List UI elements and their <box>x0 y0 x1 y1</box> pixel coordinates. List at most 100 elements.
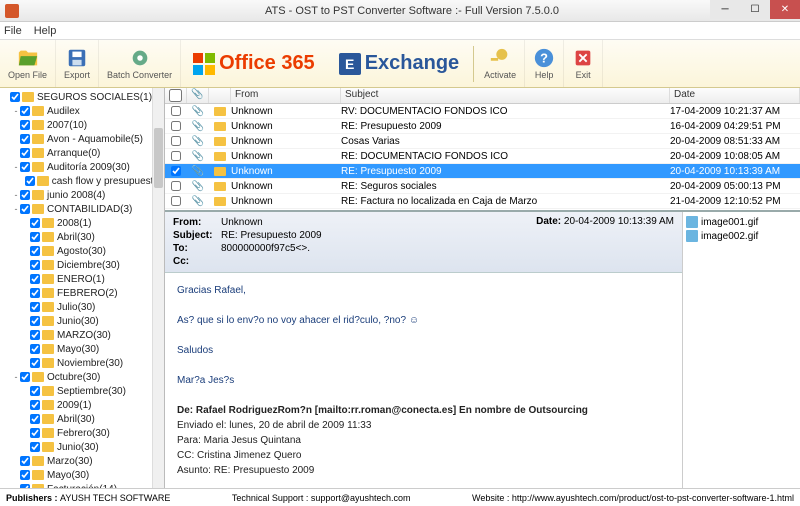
exit-button[interactable]: Exit <box>564 40 603 87</box>
menu-help[interactable]: Help <box>34 25 57 37</box>
table-row[interactable]: 📎UnknownRE: DOCUMENTACIO FONDOS ICO20-04… <box>165 149 800 164</box>
table-row[interactable]: 📎UnknownRE: Factura no localizada en Caj… <box>165 194 800 209</box>
tree-checkbox[interactable] <box>20 106 30 116</box>
batch-converter-button[interactable]: Batch Converter <box>99 40 181 87</box>
tree-checkbox[interactable] <box>30 288 40 298</box>
table-row[interactable]: 📎UnknownRE: Presupuesto 200916-04-2009 0… <box>165 119 800 134</box>
col-subject[interactable]: Subject <box>341 88 670 103</box>
tree-node[interactable]: 2009(1) <box>2 398 164 412</box>
tree-node[interactable]: FEBRERO(2) <box>2 286 164 300</box>
row-checkbox[interactable] <box>171 121 181 131</box>
tree-checkbox[interactable] <box>30 218 40 228</box>
row-checkbox[interactable] <box>171 151 181 161</box>
tree-node[interactable]: Noviembre(30) <box>2 356 164 370</box>
minimize-button[interactable]: ─ <box>710 0 740 19</box>
folder-icon <box>42 428 54 438</box>
tree-checkbox[interactable] <box>30 246 40 256</box>
tree-node[interactable]: SEGUROS SOCIALES(1) <box>2 90 164 104</box>
preview-date: 20-04-2009 10:13:39 AM <box>564 216 674 227</box>
tree-checkbox[interactable] <box>30 274 40 284</box>
exchange-button[interactable]: E Exchange <box>327 52 471 75</box>
tree-node[interactable]: ENERO(1) <box>2 272 164 286</box>
table-row[interactable]: 📎UnknownCosas Varias20-04-2009 08:51:33 … <box>165 134 800 149</box>
col-date[interactable]: Date <box>670 88 800 103</box>
select-all-checkbox[interactable] <box>169 89 182 102</box>
tree-node[interactable]: Junio(30) <box>2 440 164 454</box>
tree-checkbox[interactable] <box>30 442 40 452</box>
tree-node[interactable]: Facturación(14) <box>2 482 164 488</box>
col-attachment-icon[interactable]: 📎 <box>187 88 209 103</box>
tree-checkbox[interactable] <box>20 456 30 466</box>
row-checkbox[interactable] <box>171 166 181 176</box>
folder-icon <box>42 302 54 312</box>
tree-node[interactable]: 2007(10) <box>2 118 164 132</box>
tree-checkbox[interactable] <box>30 260 40 270</box>
tree-checkbox[interactable] <box>30 428 40 438</box>
tree-checkbox[interactable] <box>30 302 40 312</box>
menu-file[interactable]: File <box>4 25 22 37</box>
tree-node[interactable]: -junio 2008(4) <box>2 188 164 202</box>
tree-node[interactable]: -Octubre(30) <box>2 370 164 384</box>
tree-node[interactable]: cash flow y presupuestos <box>2 174 164 188</box>
tree-checkbox[interactable] <box>20 372 30 382</box>
tree-checkbox[interactable] <box>30 414 40 424</box>
row-checkbox[interactable] <box>171 196 181 206</box>
tree-checkbox[interactable] <box>20 148 30 158</box>
folder-icon <box>42 218 54 228</box>
message-grid[interactable]: 📎UnknownRV: DOCUMENTACIO FONDOS ICO17-04… <box>165 104 800 210</box>
tree-checkbox[interactable] <box>30 330 40 340</box>
tree-checkbox[interactable] <box>30 344 40 354</box>
tree-checkbox[interactable] <box>30 316 40 326</box>
activate-button[interactable]: Activate <box>476 40 525 87</box>
tree-checkbox[interactable] <box>20 484 30 488</box>
tree-node[interactable]: Abril(30) <box>2 230 164 244</box>
row-checkbox[interactable] <box>171 136 181 146</box>
tree-node[interactable]: Mayo(30) <box>2 468 164 482</box>
tree-node[interactable]: Mayo(30) <box>2 342 164 356</box>
help-button[interactable]: ? Help <box>525 40 564 87</box>
tree-node[interactable]: Junio(30) <box>2 314 164 328</box>
tree-node[interactable]: Septiembre(30) <box>2 384 164 398</box>
folder-tree[interactable]: SEGUROS SOCIALES(1)-Audilex 2007(10) Avo… <box>0 88 165 488</box>
tree-checkbox[interactable] <box>30 232 40 242</box>
tree-node[interactable]: -Audilex <box>2 104 164 118</box>
open-file-button[interactable]: Open File <box>0 40 56 87</box>
export-button[interactable]: Export <box>56 40 99 87</box>
tree-node[interactable]: Marzo(30) <box>2 454 164 468</box>
tree-checkbox[interactable] <box>20 190 30 200</box>
tree-node[interactable]: Arranque(0) <box>2 146 164 160</box>
tree-checkbox[interactable] <box>20 470 30 480</box>
tree-checkbox[interactable] <box>20 120 30 130</box>
table-row[interactable]: 📎UnknownRV: DOCUMENTACIO FONDOS ICO17-04… <box>165 104 800 119</box>
row-checkbox[interactable] <box>171 106 181 116</box>
tree-checkbox[interactable] <box>10 92 20 102</box>
tree-checkbox[interactable] <box>20 204 30 214</box>
tree-node[interactable]: -CONTABILIDAD(3) <box>2 202 164 216</box>
tree-checkbox[interactable] <box>30 386 40 396</box>
table-row[interactable]: 📎UnknownRE: Presupuesto 200920-04-2009 1… <box>165 164 800 179</box>
tree-checkbox[interactable] <box>20 134 30 144</box>
tree-node[interactable]: Diciembre(30) <box>2 258 164 272</box>
folder-icon <box>42 316 54 326</box>
tree-checkbox[interactable] <box>30 400 40 410</box>
tree-node[interactable]: Febrero(30) <box>2 426 164 440</box>
tree-node[interactable]: Julio(30) <box>2 300 164 314</box>
tree-node[interactable]: Abril(30) <box>2 412 164 426</box>
row-checkbox[interactable] <box>171 181 181 191</box>
table-row[interactable]: 📎UnknownRE: Seguros sociales20-04-2009 0… <box>165 179 800 194</box>
tree-node[interactable]: 2008(1) <box>2 216 164 230</box>
tree-node[interactable]: -Auditoría 2009(30) <box>2 160 164 174</box>
tree-checkbox[interactable] <box>25 176 35 186</box>
attachment-item[interactable]: image001.gif <box>686 215 797 229</box>
close-button[interactable]: ✕ <box>770 0 800 19</box>
tree-node[interactable]: Agosto(30) <box>2 244 164 258</box>
tree-node[interactable]: MARZO(30) <box>2 328 164 342</box>
maximize-button[interactable]: ☐ <box>740 0 770 19</box>
tree-node[interactable]: Avon - Aquamobile(5) <box>2 132 164 146</box>
attachment-item[interactable]: image002.gif <box>686 229 797 243</box>
tree-scrollbar[interactable] <box>152 88 164 488</box>
col-from[interactable]: From <box>231 88 341 103</box>
tree-checkbox[interactable] <box>30 358 40 368</box>
tree-checkbox[interactable] <box>20 162 30 172</box>
office365-button[interactable]: Office 365 <box>181 52 327 75</box>
